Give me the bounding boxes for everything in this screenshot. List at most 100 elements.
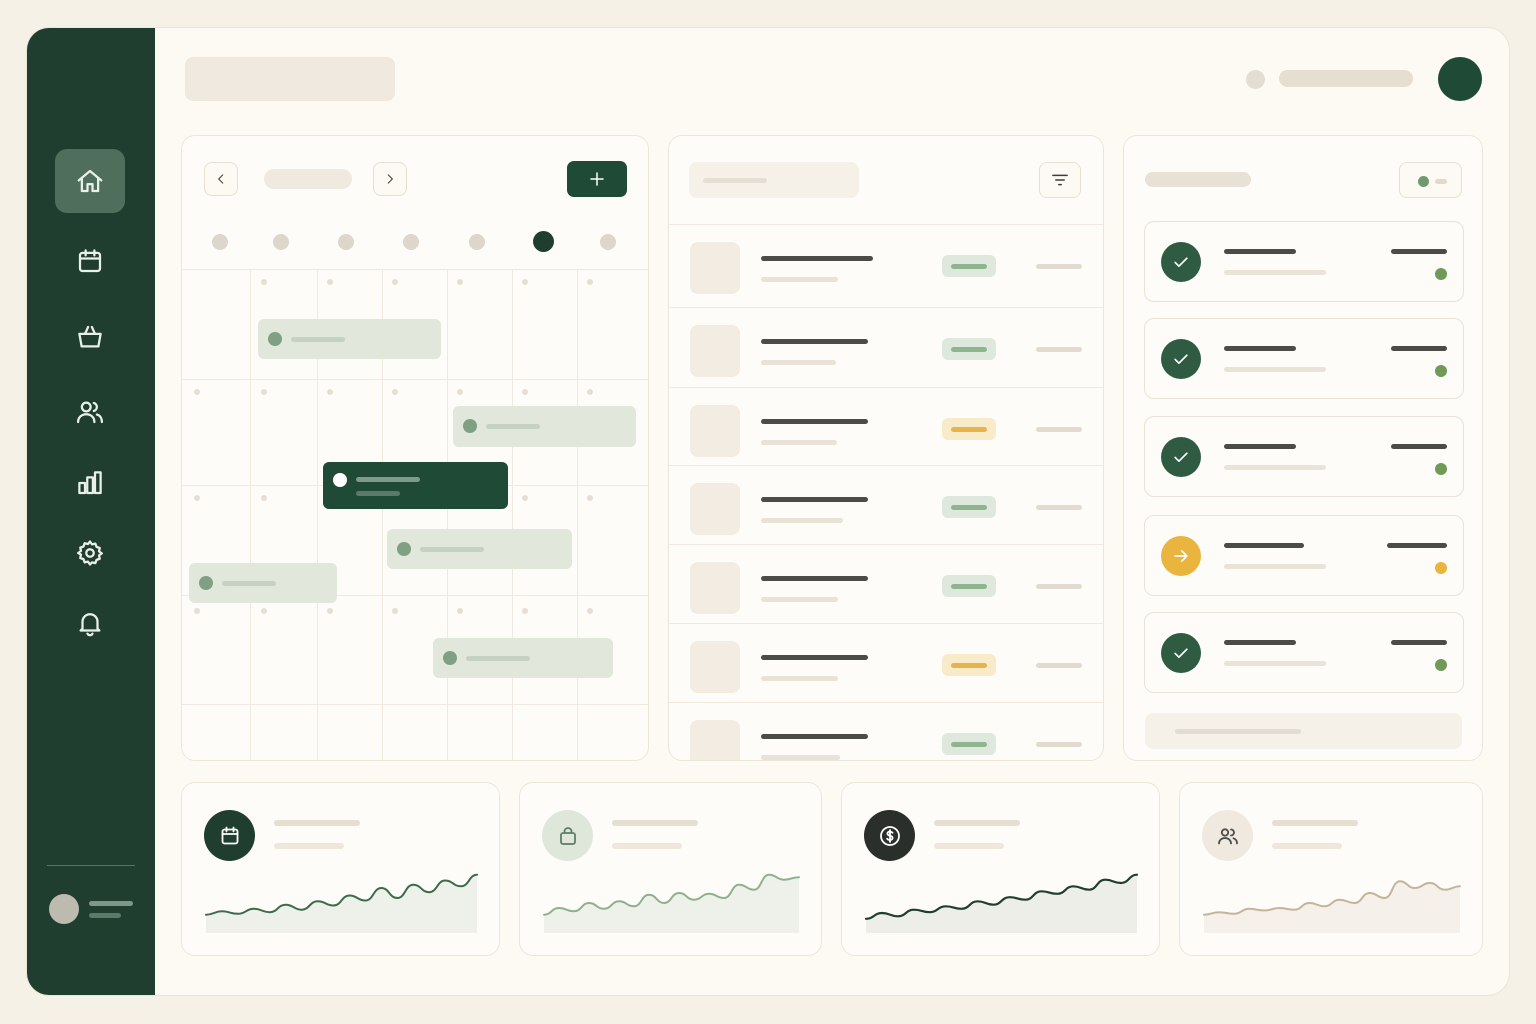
grid-marker bbox=[457, 608, 463, 614]
status-badge bbox=[942, 575, 996, 597]
filter-button[interactable] bbox=[1039, 162, 1081, 198]
item-meta bbox=[1036, 427, 1082, 432]
stat-card-revenue[interactable] bbox=[841, 782, 1160, 956]
item-title bbox=[761, 734, 868, 739]
stat-label bbox=[274, 820, 360, 826]
calendar-prev-button[interactable] bbox=[204, 162, 238, 196]
grid-marker bbox=[327, 389, 333, 395]
day-selector[interactable] bbox=[338, 234, 354, 250]
grid-marker bbox=[587, 608, 593, 614]
task-item[interactable] bbox=[1144, 416, 1464, 497]
sidebar-item-settings[interactable] bbox=[55, 521, 125, 585]
calendar-event[interactable] bbox=[433, 638, 613, 678]
user-role-placeholder bbox=[89, 913, 121, 918]
sidebar-user-profile[interactable] bbox=[49, 894, 139, 926]
calendar-event[interactable] bbox=[189, 563, 337, 603]
tasks-panel-title bbox=[1145, 172, 1251, 187]
task-item[interactable] bbox=[1144, 318, 1464, 399]
avatar[interactable] bbox=[1438, 57, 1482, 101]
item-meta bbox=[1036, 347, 1082, 352]
view-all-label bbox=[1175, 729, 1301, 734]
item-subtitle bbox=[761, 676, 838, 681]
task-meta bbox=[1391, 249, 1447, 254]
item-meta bbox=[1036, 663, 1082, 668]
grid-marker bbox=[392, 279, 398, 285]
sidebar-item-orders[interactable] bbox=[55, 305, 125, 369]
day-selector[interactable] bbox=[273, 234, 289, 250]
list-item[interactable] bbox=[669, 224, 1103, 303]
day-selector[interactable] bbox=[600, 234, 616, 250]
add-event-button[interactable] bbox=[567, 161, 627, 197]
sidebar-divider bbox=[47, 865, 135, 866]
calendar-event-selected[interactable] bbox=[323, 462, 508, 509]
list-item[interactable] bbox=[669, 465, 1103, 544]
item-thumbnail bbox=[690, 720, 740, 760]
list-item[interactable] bbox=[669, 307, 1103, 386]
status-badge bbox=[942, 338, 996, 360]
event-title bbox=[222, 581, 276, 586]
view-all-tasks-button[interactable] bbox=[1145, 713, 1462, 749]
task-title bbox=[1224, 346, 1296, 351]
event-title bbox=[291, 337, 345, 342]
user-name-pill[interactable] bbox=[1279, 70, 1413, 87]
check-icon bbox=[1174, 452, 1188, 462]
grid-line bbox=[182, 379, 648, 380]
grid-marker bbox=[392, 608, 398, 614]
day-selector-active[interactable] bbox=[533, 231, 554, 252]
list-item[interactable] bbox=[669, 623, 1103, 702]
calendar-next-button[interactable] bbox=[373, 162, 407, 196]
item-meta bbox=[1036, 742, 1082, 747]
calendar-event[interactable] bbox=[258, 319, 441, 359]
stat-value bbox=[274, 843, 344, 849]
chevron-right-icon bbox=[387, 174, 393, 184]
list-item[interactable] bbox=[669, 702, 1103, 760]
task-item[interactable] bbox=[1144, 221, 1464, 302]
list-item[interactable] bbox=[669, 544, 1103, 623]
day-selector[interactable] bbox=[403, 234, 419, 250]
task-subtitle bbox=[1224, 367, 1326, 372]
task-status-dot bbox=[1435, 659, 1447, 671]
stat-card-bookings[interactable] bbox=[181, 782, 500, 956]
event-title bbox=[486, 424, 540, 429]
check-icon bbox=[1174, 257, 1188, 267]
stat-card-customers[interactable] bbox=[1179, 782, 1483, 956]
day-selector[interactable] bbox=[212, 234, 228, 250]
sidebar-item-calendar[interactable] bbox=[55, 229, 125, 293]
day-selector[interactable] bbox=[469, 234, 485, 250]
task-title bbox=[1224, 543, 1304, 548]
sidebar-item-analytics[interactable] bbox=[55, 451, 125, 515]
item-thumbnail bbox=[690, 242, 740, 294]
check-icon bbox=[1174, 354, 1188, 364]
status-badge-label bbox=[951, 663, 987, 668]
list-search-input[interactable] bbox=[689, 162, 859, 198]
task-item[interactable] bbox=[1144, 515, 1464, 596]
sidebar-item-customers[interactable] bbox=[55, 380, 125, 444]
page-title-placeholder bbox=[185, 57, 395, 101]
sidebar-item-notifications[interactable] bbox=[55, 591, 125, 655]
task-status-icon bbox=[1161, 437, 1201, 477]
calendar-event[interactable] bbox=[453, 406, 636, 447]
calendar-event[interactable] bbox=[387, 529, 572, 569]
item-subtitle bbox=[761, 518, 843, 523]
grid-marker bbox=[522, 389, 528, 395]
stat-icon bbox=[204, 810, 255, 861]
task-status-dot bbox=[1435, 463, 1447, 475]
avatar[interactable] bbox=[49, 894, 79, 924]
status-badge bbox=[942, 733, 996, 755]
stat-label bbox=[934, 820, 1020, 826]
sidebar-item-home[interactable] bbox=[55, 149, 125, 213]
grid-marker bbox=[261, 389, 267, 395]
notification-dot[interactable] bbox=[1246, 70, 1265, 89]
view-toggle[interactable] bbox=[1399, 162, 1462, 198]
task-item[interactable] bbox=[1144, 612, 1464, 693]
task-subtitle bbox=[1224, 270, 1326, 275]
event-dot bbox=[268, 332, 282, 346]
list-item[interactable] bbox=[669, 387, 1103, 466]
task-status-dot bbox=[1435, 365, 1447, 377]
item-meta bbox=[1036, 584, 1082, 589]
stat-card-orders[interactable] bbox=[519, 782, 822, 956]
item-thumbnail bbox=[690, 483, 740, 535]
stat-icon bbox=[542, 810, 593, 861]
item-subtitle bbox=[761, 440, 837, 445]
grid-marker bbox=[327, 279, 333, 285]
